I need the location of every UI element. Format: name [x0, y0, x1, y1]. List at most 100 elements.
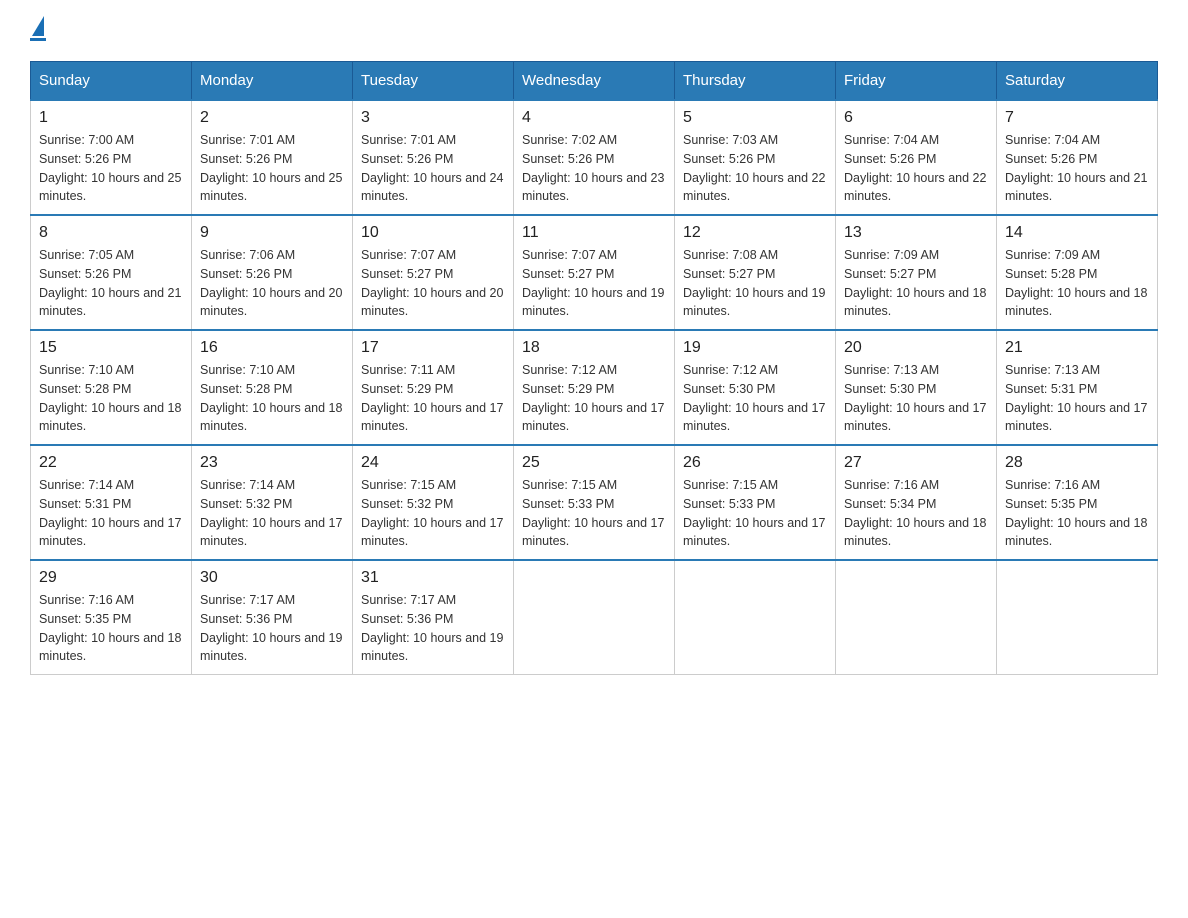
- day-number: 19: [683, 339, 827, 357]
- day-number: 28: [1005, 454, 1149, 472]
- day-number: 21: [1005, 339, 1149, 357]
- day-number: 9: [200, 224, 344, 242]
- logo-underline: [30, 38, 46, 41]
- day-number: 18: [522, 339, 666, 357]
- page-header: [30, 20, 1158, 41]
- calendar-cell: [514, 560, 675, 675]
- calendar-cell: 13 Sunrise: 7:09 AMSunset: 5:27 PMDayligh…: [836, 215, 997, 330]
- calendar-table: SundayMondayTuesdayWednesdayThursdayFrid…: [30, 61, 1158, 675]
- week-row-3: 15 Sunrise: 7:10 AMSunset: 5:28 PMDayligh…: [31, 330, 1158, 445]
- day-info: Sunrise: 7:12 AMSunset: 5:29 PMDaylight:…: [522, 361, 666, 436]
- header-monday: Monday: [192, 62, 353, 101]
- day-info: Sunrise: 7:12 AMSunset: 5:30 PMDaylight:…: [683, 361, 827, 436]
- logo: [30, 20, 46, 41]
- calendar-cell: [675, 560, 836, 675]
- day-number: 31: [361, 569, 505, 587]
- week-row-1: 1 Sunrise: 7:00 AMSunset: 5:26 PMDaylight…: [31, 100, 1158, 215]
- day-number: 11: [522, 224, 666, 242]
- calendar-cell: 30 Sunrise: 7:17 AMSunset: 5:36 PMDayligh…: [192, 560, 353, 675]
- day-info: Sunrise: 7:01 AMSunset: 5:26 PMDaylight:…: [200, 131, 344, 206]
- day-info: Sunrise: 7:09 AMSunset: 5:28 PMDaylight:…: [1005, 246, 1149, 321]
- calendar-cell: 21 Sunrise: 7:13 AMSunset: 5:31 PMDayligh…: [997, 330, 1158, 445]
- day-number: 13: [844, 224, 988, 242]
- day-info: Sunrise: 7:10 AMSunset: 5:28 PMDaylight:…: [39, 361, 183, 436]
- day-number: 22: [39, 454, 183, 472]
- day-info: Sunrise: 7:02 AMSunset: 5:26 PMDaylight:…: [522, 131, 666, 206]
- day-info: Sunrise: 7:16 AMSunset: 5:34 PMDaylight:…: [844, 476, 988, 551]
- day-info: Sunrise: 7:10 AMSunset: 5:28 PMDaylight:…: [200, 361, 344, 436]
- day-info: Sunrise: 7:13 AMSunset: 5:30 PMDaylight:…: [844, 361, 988, 436]
- day-number: 5: [683, 109, 827, 127]
- day-info: Sunrise: 7:11 AMSunset: 5:29 PMDaylight:…: [361, 361, 505, 436]
- day-info: Sunrise: 7:14 AMSunset: 5:32 PMDaylight:…: [200, 476, 344, 551]
- day-info: Sunrise: 7:04 AMSunset: 5:26 PMDaylight:…: [844, 131, 988, 206]
- day-info: Sunrise: 7:06 AMSunset: 5:26 PMDaylight:…: [200, 246, 344, 321]
- day-number: 14: [1005, 224, 1149, 242]
- day-info: Sunrise: 7:16 AMSunset: 5:35 PMDaylight:…: [39, 591, 183, 666]
- day-number: 17: [361, 339, 505, 357]
- day-number: 15: [39, 339, 183, 357]
- day-info: Sunrise: 7:15 AMSunset: 5:32 PMDaylight:…: [361, 476, 505, 551]
- calendar-cell: 31Sunrise: 7:17 AMSunset: 5:36 PMDayligh…: [353, 560, 514, 675]
- day-number: 1: [39, 109, 183, 127]
- header-thursday: Thursday: [675, 62, 836, 101]
- day-number: 30: [200, 569, 344, 587]
- day-number: 10: [361, 224, 505, 242]
- day-info: Sunrise: 7:15 AMSunset: 5:33 PMDaylight:…: [522, 476, 666, 551]
- calendar-cell: 4Sunrise: 7:02 AMSunset: 5:26 PMDaylight…: [514, 100, 675, 215]
- header-friday: Friday: [836, 62, 997, 101]
- day-number: 6: [844, 109, 988, 127]
- day-info: Sunrise: 7:01 AMSunset: 5:26 PMDaylight:…: [361, 131, 505, 206]
- week-row-2: 8 Sunrise: 7:05 AMSunset: 5:26 PMDaylight…: [31, 215, 1158, 330]
- calendar-cell: 23 Sunrise: 7:14 AMSunset: 5:32 PMDayligh…: [192, 445, 353, 560]
- calendar-cell: 25 Sunrise: 7:15 AMSunset: 5:33 PMDayligh…: [514, 445, 675, 560]
- calendar-cell: 14 Sunrise: 7:09 AMSunset: 5:28 PMDayligh…: [997, 215, 1158, 330]
- header-tuesday: Tuesday: [353, 62, 514, 101]
- calendar-cell: 3 Sunrise: 7:01 AMSunset: 5:26 PMDaylight…: [353, 100, 514, 215]
- day-number: 2: [200, 109, 344, 127]
- calendar-cell: 2 Sunrise: 7:01 AMSunset: 5:26 PMDaylight…: [192, 100, 353, 215]
- calendar-cell: 22 Sunrise: 7:14 AMSunset: 5:31 PMDayligh…: [31, 445, 192, 560]
- day-info: Sunrise: 7:17 AMSunset: 5:36 PMDaylight:…: [200, 591, 344, 666]
- calendar-cell: 7Sunrise: 7:04 AMSunset: 5:26 PMDaylight…: [997, 100, 1158, 215]
- day-info: Sunrise: 7:09 AMSunset: 5:27 PMDaylight:…: [844, 246, 988, 321]
- day-info: Sunrise: 7:16 AMSunset: 5:35 PMDaylight:…: [1005, 476, 1149, 551]
- calendar-cell: 11Sunrise: 7:07 AMSunset: 5:27 PMDayligh…: [514, 215, 675, 330]
- calendar-cell: 17 Sunrise: 7:11 AMSunset: 5:29 PMDayligh…: [353, 330, 514, 445]
- calendar-cell: [997, 560, 1158, 675]
- calendar-cell: 6 Sunrise: 7:04 AMSunset: 5:26 PMDaylight…: [836, 100, 997, 215]
- day-number: 25: [522, 454, 666, 472]
- logo-triangle-icon: [32, 16, 44, 36]
- day-info: Sunrise: 7:14 AMSunset: 5:31 PMDaylight:…: [39, 476, 183, 551]
- calendar-cell: 26Sunrise: 7:15 AMSunset: 5:33 PMDayligh…: [675, 445, 836, 560]
- calendar-cell: 10 Sunrise: 7:07 AMSunset: 5:27 PMDayligh…: [353, 215, 514, 330]
- calendar-cell: 20 Sunrise: 7:13 AMSunset: 5:30 PMDayligh…: [836, 330, 997, 445]
- calendar-cell: 9 Sunrise: 7:06 AMSunset: 5:26 PMDaylight…: [192, 215, 353, 330]
- day-info: Sunrise: 7:05 AMSunset: 5:26 PMDaylight:…: [39, 246, 183, 321]
- calendar-cell: 12Sunrise: 7:08 AMSunset: 5:27 PMDayligh…: [675, 215, 836, 330]
- header-saturday: Saturday: [997, 62, 1158, 101]
- day-info: Sunrise: 7:00 AMSunset: 5:26 PMDaylight:…: [39, 131, 183, 206]
- day-info: Sunrise: 7:08 AMSunset: 5:27 PMDaylight:…: [683, 246, 827, 321]
- day-info: Sunrise: 7:13 AMSunset: 5:31 PMDaylight:…: [1005, 361, 1149, 436]
- day-number: 8: [39, 224, 183, 242]
- day-info: Sunrise: 7:07 AMSunset: 5:27 PMDaylight:…: [361, 246, 505, 321]
- day-number: 29: [39, 569, 183, 587]
- calendar-cell: 24Sunrise: 7:15 AMSunset: 5:32 PMDayligh…: [353, 445, 514, 560]
- calendar-cell: 18 Sunrise: 7:12 AMSunset: 5:29 PMDayligh…: [514, 330, 675, 445]
- calendar-cell: 8 Sunrise: 7:05 AMSunset: 5:26 PMDaylight…: [31, 215, 192, 330]
- calendar-cell: 19 Sunrise: 7:12 AMSunset: 5:30 PMDayligh…: [675, 330, 836, 445]
- day-number: 16: [200, 339, 344, 357]
- day-number: 3: [361, 109, 505, 127]
- day-info: Sunrise: 7:04 AMSunset: 5:26 PMDaylight:…: [1005, 131, 1149, 206]
- calendar-cell: 28 Sunrise: 7:16 AMSunset: 5:35 PMDayligh…: [997, 445, 1158, 560]
- calendar-cell: 5Sunrise: 7:03 AMSunset: 5:26 PMDaylight…: [675, 100, 836, 215]
- day-number: 20: [844, 339, 988, 357]
- calendar-cell: 29 Sunrise: 7:16 AMSunset: 5:35 PMDayligh…: [31, 560, 192, 675]
- weekday-header-row: SundayMondayTuesdayWednesdayThursdayFrid…: [31, 62, 1158, 101]
- day-number: 23: [200, 454, 344, 472]
- header-sunday: Sunday: [31, 62, 192, 101]
- calendar-cell: 16 Sunrise: 7:10 AMSunset: 5:28 PMDayligh…: [192, 330, 353, 445]
- calendar-cell: 15 Sunrise: 7:10 AMSunset: 5:28 PMDayligh…: [31, 330, 192, 445]
- week-row-4: 22 Sunrise: 7:14 AMSunset: 5:31 PMDayligh…: [31, 445, 1158, 560]
